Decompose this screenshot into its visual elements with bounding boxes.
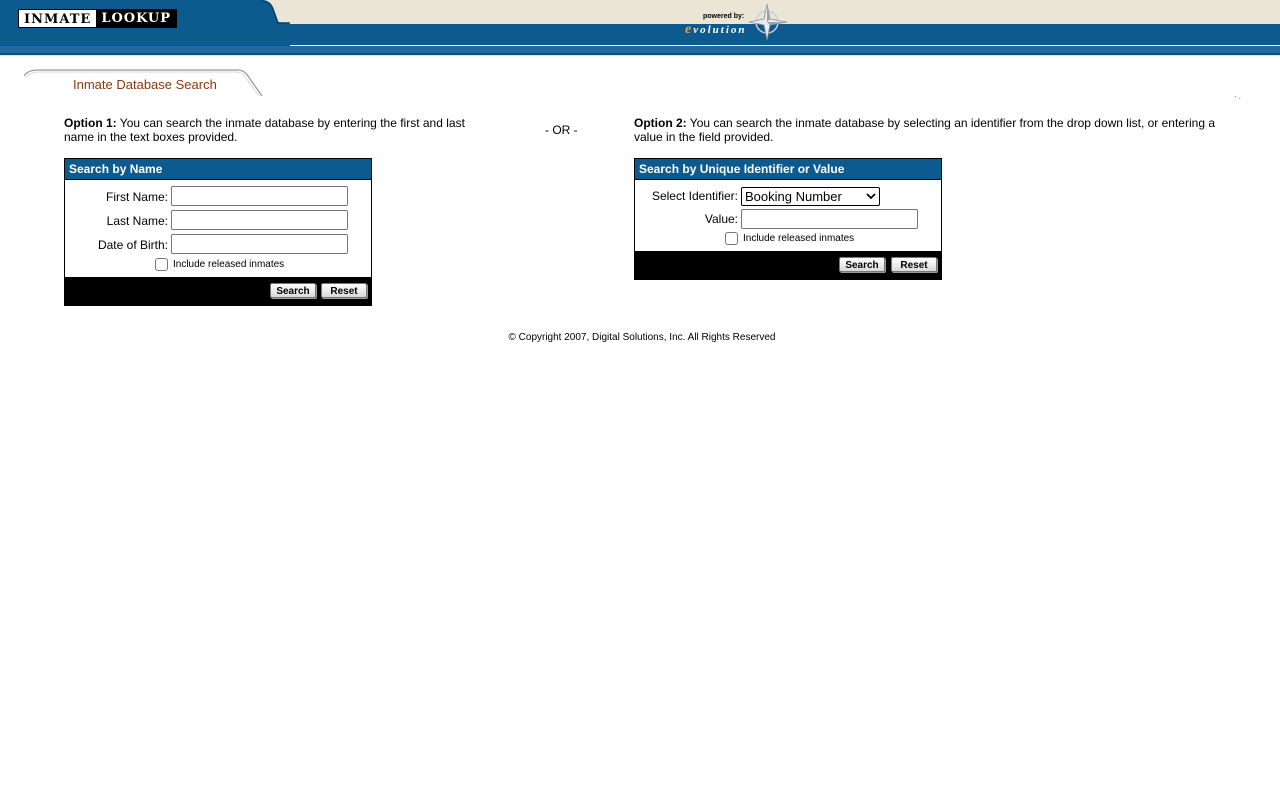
include-released-id-label: Include released inmates: [743, 233, 855, 244]
brand-rest-text: volution: [693, 24, 747, 36]
last-name-input[interactable]: [171, 210, 348, 230]
or-separator: - OR -: [545, 123, 578, 137]
copyright-text: © Copyright 2007, Digital Solutions, Inc…: [508, 332, 776, 343]
search-by-name-footer: Search Reset: [65, 277, 371, 305]
last-name-label: Last Name:: [106, 214, 168, 228]
chevron-down-icon: [866, 193, 876, 200]
search-by-identifier-panel: Search by Unique Identifier or Value Sel…: [634, 158, 942, 280]
include-released-label: Include released inmates: [173, 259, 285, 270]
search-by-name-search-button[interactable]: Search: [270, 283, 316, 298]
value-label: Value:: [704, 212, 738, 226]
search-by-identifier-title: Search by Unique Identifier or Value: [635, 159, 941, 180]
identifier-select[interactable]: Booking Number: [741, 187, 880, 206]
inmate-lookup-logo[interactable]: INMATE LOOKUP: [18, 9, 178, 28]
logo-word-inmate: INMATE: [19, 10, 97, 27]
option1-description: Option 1: You can search the inmate data…: [64, 116, 484, 144]
search-by-name-panel: Search by Name First Name: Last Name: Da…: [64, 158, 372, 306]
evolution-brand-text: evolution: [685, 22, 747, 38]
first-name-label: First Name:: [105, 190, 168, 204]
search-by-name-reset-button[interactable]: Reset: [321, 283, 367, 298]
header-blue-stripe: [0, 46, 1280, 53]
option1-text: You can search the inmate database by en…: [64, 116, 465, 144]
value-input[interactable]: [741, 209, 918, 229]
site-header: INMATE LOOKUP powered by: evolution: [0, 0, 1280, 56]
include-released-id-checkbox[interactable]: [725, 232, 738, 245]
page-tab-label[interactable]: Inmate Database Search: [73, 77, 217, 92]
compass-star-icon: [749, 4, 788, 41]
search-by-name-title: Search by Name: [65, 159, 371, 180]
search-by-identifier-footer: Search Reset: [635, 251, 941, 279]
option2-text: You can search the inmate database by se…: [634, 116, 1215, 144]
include-released-checkbox[interactable]: [155, 258, 168, 271]
logo-word-lookup: LOOKUP: [96, 10, 177, 27]
corner-decoration: ⠁⠂: [1234, 97, 1243, 103]
header-bottom-border: [0, 53, 1280, 55]
option2-label: Option 2:: [634, 116, 687, 130]
option1-label: Option 1:: [64, 116, 117, 130]
powered-by-text: powered by:: [703, 13, 745, 20]
identifier-select-value: Booking Number: [745, 189, 842, 204]
powered-by-evolution-logo: powered by: evolution: [683, 4, 793, 44]
option2-description: Option 2: You can search the inmate data…: [634, 116, 1234, 144]
search-by-identifier-reset-button[interactable]: Reset: [891, 257, 937, 272]
date-of-birth-label: Date of Birth:: [97, 238, 168, 252]
search-by-identifier-search-button[interactable]: Search: [839, 257, 885, 272]
date-of-birth-input[interactable]: [171, 234, 348, 254]
brand-e-letter: e: [685, 22, 694, 37]
first-name-input[interactable]: [171, 186, 348, 206]
select-identifier-label: Select Identifier:: [651, 189, 738, 203]
